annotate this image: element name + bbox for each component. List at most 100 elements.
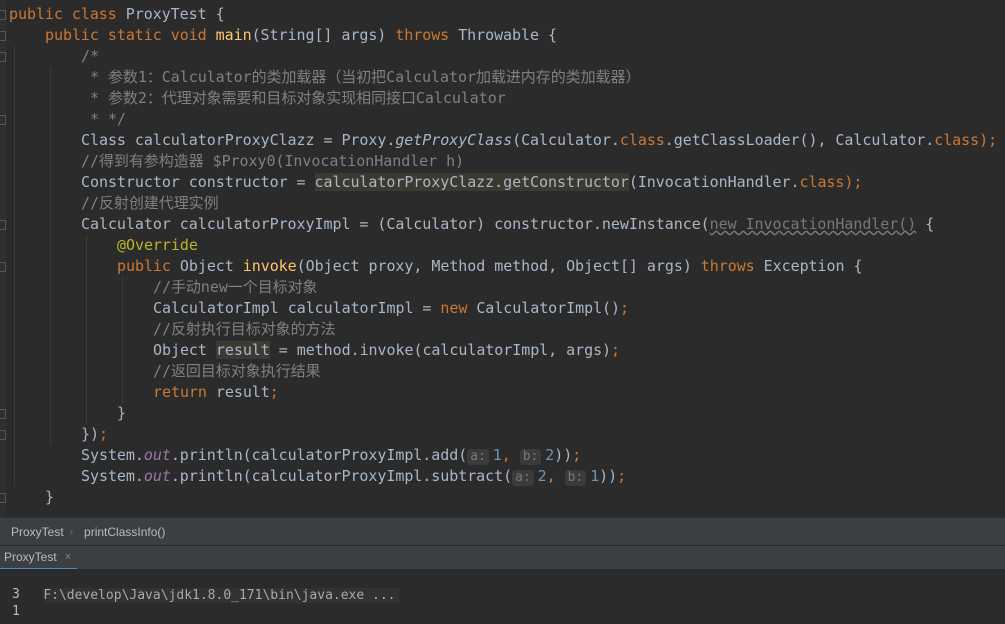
code-line[interactable]: public Object invoke(Object proxy, Metho… <box>117 256 863 277</box>
code-token: = method.invoke(calculatorImpl, args) <box>269 341 612 359</box>
indent-guide <box>86 235 87 424</box>
code-line[interactable]: * */ <box>81 109 126 130</box>
code-token: System. <box>81 446 144 464</box>
code-line[interactable]: public static void main(String[] args) t… <box>45 25 557 46</box>
code-token: ); <box>844 173 863 191</box>
code-token: .println(calculatorProxyImpl.add( <box>170 446 468 464</box>
code-line[interactable]: //手动new一个目标对象 <box>153 277 318 298</box>
code-line[interactable]: } <box>45 487 54 508</box>
parameter-hint: a: <box>512 470 534 486</box>
close-icon[interactable]: × <box>65 551 71 563</box>
code-token: class <box>934 131 980 149</box>
code-token: * 参数1：Calculator的类加载器（当初把Calculator加载进内存… <box>81 68 641 86</box>
code-token: Constructor constructor = <box>81 173 315 191</box>
code-token: Exception { <box>763 257 863 275</box>
fold-marker-icon[interactable] <box>0 493 6 503</box>
code-token: throws <box>395 26 459 44</box>
code-token: CalculatorImpl() <box>476 299 621 317</box>
code-line[interactable]: Object result = method.invoke(calculator… <box>153 340 620 361</box>
code-token: System. <box>81 467 144 485</box>
code-token: ; <box>98 425 108 443</box>
code-token: new InvocationHandler() <box>709 215 917 233</box>
code-token: calculatorProxyClazz.getConstructor <box>314 173 629 191</box>
code-line[interactable]: //反射创建代理实例 <box>81 193 219 214</box>
code-token: CalculatorImpl calculatorImpl = <box>153 299 441 317</box>
run-console[interactable]: F:\develop\Java\jdk1.8.0_171\bin\java.ex… <box>0 569 1005 624</box>
code-token: 1 <box>492 446 502 464</box>
code-token: * 参数2：代理对象需要和目标对象实现相同接口Calculator <box>81 89 506 107</box>
parameter-hint: b: <box>564 470 587 486</box>
code-line[interactable]: return result; <box>153 382 279 403</box>
code-token: Calculator calculatorProxyImpl = (Calcul… <box>81 215 710 233</box>
fold-marker-icon[interactable] <box>0 115 6 125</box>
code-token: //反射创建代理实例 <box>81 194 219 212</box>
fold-marker-icon[interactable] <box>0 31 6 41</box>
breadcrumb-method[interactable]: printClassInfo() <box>73 525 171 539</box>
fold-marker-icon[interactable] <box>0 10 6 20</box>
code-token: //手动new一个目标对象 <box>153 278 318 296</box>
run-tab-label: ProxyTest <box>4 550 57 564</box>
code-token: .getClassLoader(), Calculator. <box>664 131 935 149</box>
code-line[interactable]: //返回目标对象执行结果 <box>153 361 321 382</box>
code-token: ; <box>617 467 627 485</box>
code-line[interactable]: Calculator calculatorProxyImpl = (Calcul… <box>81 214 934 235</box>
code-token: ; <box>611 341 621 359</box>
code-line[interactable]: Constructor constructor = calculatorProx… <box>81 172 862 193</box>
code-token: , <box>501 446 520 464</box>
fold-marker-icon[interactable] <box>0 220 6 230</box>
code-line[interactable]: //反射执行目标对象的方法 <box>153 319 335 340</box>
run-tool-window-tabs: ProxyTest × <box>0 545 1005 570</box>
code-token: result <box>215 341 270 359</box>
code-line[interactable]: } <box>117 403 126 424</box>
code-editor[interactable]: public class ProxyTest {public static vo… <box>0 0 1005 517</box>
code-token: //返回目标对象执行结果 <box>153 362 321 380</box>
code-token: , <box>546 467 565 485</box>
code-token: { <box>916 215 935 233</box>
fold-marker-icon[interactable] <box>0 262 6 272</box>
indent-guide <box>122 277 123 403</box>
code-token: public <box>117 257 180 275</box>
code-token: result <box>215 383 270 401</box>
code-line[interactable]: /* <box>81 46 99 67</box>
code-token: class <box>799 173 845 191</box>
fold-marker-icon[interactable] <box>0 430 6 440</box>
console-output-line: 1 <box>12 604 20 619</box>
code-token: 2 <box>537 467 547 485</box>
code-token: Object <box>179 257 243 275</box>
code-token: class <box>619 131 665 149</box>
code-line[interactable]: //得到有参构造器 $Proxy0(InvocationHandler h) <box>81 151 464 172</box>
code-token: public static void <box>45 26 216 44</box>
code-token: ProxyTest { <box>125 5 225 23</box>
console-output-line: 3 <box>12 587 20 602</box>
code-token: out <box>143 446 171 464</box>
code-line[interactable]: public class ProxyTest { <box>9 4 225 25</box>
code-line[interactable]: CalculatorImpl calculatorImpl = new Calc… <box>153 298 629 319</box>
code-token: (Calculator. <box>512 131 620 149</box>
code-line[interactable]: }); <box>81 424 108 445</box>
code-token: (InvocationHandler. <box>628 173 800 191</box>
code-token: }) <box>81 425 99 443</box>
code-line[interactable]: Class calculatorProxyClazz = Proxy.getPr… <box>81 130 997 151</box>
code-line[interactable]: System.out.println(calculatorProxyImpl.a… <box>81 445 581 466</box>
code-token: 2 <box>545 446 555 464</box>
code-line[interactable]: * 参数1：Calculator的类加载器（当初把Calculator加载进内存… <box>81 67 640 88</box>
run-tab-proxytest[interactable]: ProxyTest × <box>0 546 78 570</box>
code-line[interactable]: * 参数2：代理对象需要和目标对象实现相同接口Calculator <box>81 88 506 109</box>
code-token: public class <box>9 5 126 23</box>
code-token: getProxyClass <box>395 131 513 149</box>
code-token: //得到有参构造器 $Proxy0(InvocationHandler h) <box>81 152 465 170</box>
code-token: new <box>440 299 477 317</box>
code-line[interactable]: @Override <box>117 235 198 256</box>
breadcrumb-class[interactable]: ProxyTest <box>0 525 70 539</box>
code-token: @Override <box>117 236 198 254</box>
code-token: out <box>143 467 171 485</box>
code-token: ; <box>572 446 582 464</box>
code-token: } <box>117 404 126 422</box>
code-token: )) <box>599 467 618 485</box>
code-line[interactable]: System.out.println(calculatorProxyImpl.s… <box>81 466 626 487</box>
fold-marker-icon[interactable] <box>0 52 6 62</box>
code-token: * */ <box>81 110 126 128</box>
code-token: /* <box>81 47 99 65</box>
indent-guide <box>14 46 15 487</box>
fold-marker-icon[interactable] <box>0 409 6 419</box>
